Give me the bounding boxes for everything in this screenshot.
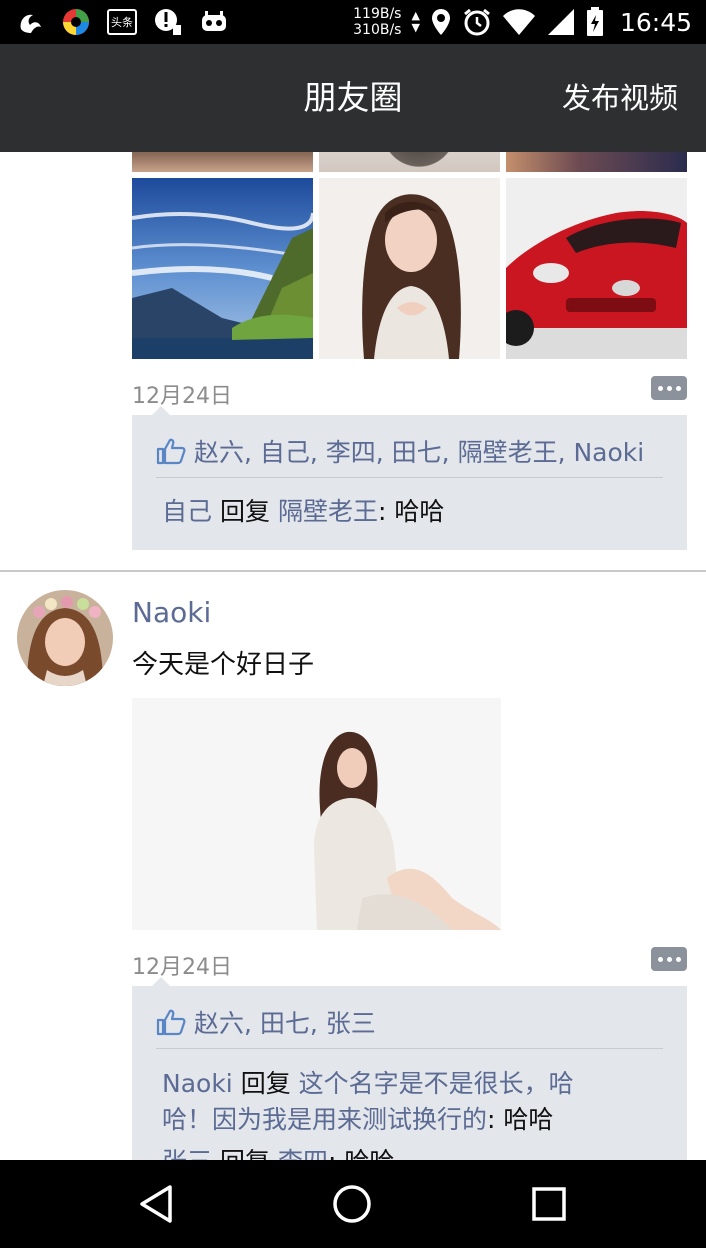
navigation-bar: [0, 1160, 706, 1248]
panel-arrow: [152, 977, 170, 986]
back-triangle-icon: [140, 1185, 172, 1223]
separator: [156, 477, 663, 478]
network-speed: 119B/s 310B/s: [353, 6, 401, 38]
comment-to[interactable]: 李四: [278, 1147, 328, 1160]
comment[interactable]: Naoki 回复 这个名字是不是很长，哈哈！因为我是用来测试换行的: 哈哈: [162, 1066, 605, 1138]
color-app-icon: [60, 6, 92, 38]
post-time: 12月24日: [132, 955, 232, 980]
post-text: 今天是个好日子: [132, 650, 315, 680]
comment-to[interactable]: 隔壁老王: [278, 497, 378, 526]
post-username[interactable]: Naoki: [132, 596, 211, 629]
likes-row: 赵六, 田七, 张三: [156, 1004, 376, 1040]
battery-icon: [586, 7, 603, 36]
location-icon: [431, 9, 450, 35]
signal-icon: [547, 9, 574, 35]
clock: 16:45: [619, 7, 692, 37]
comment[interactable]: 张三 回复 李四: 哈哈: [162, 1144, 605, 1160]
home-circle-icon: [333, 1185, 371, 1223]
likes-comments-panel: 赵六, 自己, 李四, 田七, 隔壁老王, Naoki 自己 回复 隔壁老王: …: [132, 415, 687, 550]
comment-from[interactable]: 张三: [162, 1147, 212, 1160]
uc-browser-icon: [14, 6, 46, 38]
likes-names[interactable]: 赵六, 田七, 张三: [194, 1004, 376, 1040]
net-down-speed: 310B/s: [353, 22, 402, 38]
updown-arrows-icon: ▲ ▼: [411, 9, 420, 34]
post-image[interactable]: [319, 152, 500, 172]
publish-video-button[interactable]: 发布视频: [562, 44, 678, 152]
wifi-icon: [502, 9, 535, 35]
bot-icon: [198, 6, 230, 38]
alarm-icon: [464, 8, 490, 36]
comment[interactable]: 自己 回复 隔壁老王: 哈哈: [162, 494, 605, 530]
toutiao-icon: 头条: [106, 6, 138, 38]
thumbs-up-icon: [156, 1009, 186, 1036]
landscape-image[interactable]: [132, 178, 313, 359]
recents-square-icon: [532, 1187, 566, 1221]
home-button[interactable]: [330, 1182, 374, 1226]
red-car-image[interactable]: [506, 178, 687, 359]
notification-icons: 头条: [14, 6, 230, 38]
separator: [156, 1048, 663, 1049]
avatar[interactable]: [17, 590, 113, 686]
comment-text: : 哈哈: [328, 1147, 394, 1160]
title-bar: 朋友圈 发布视频: [0, 44, 706, 152]
likes-row: 赵六, 自己, 李四, 田七, 隔壁老王, Naoki: [156, 433, 644, 469]
alert-icon: [152, 6, 184, 38]
post-image[interactable]: [506, 152, 687, 172]
more-actions-button[interactable]: [651, 947, 687, 971]
post-time: 12月24日: [132, 384, 232, 409]
moments-feed[interactable]: 12月24日 赵六, 自己, 李四, 田七, 隔壁老王, Naoki 自己 回复…: [0, 152, 706, 1160]
post-divider: [0, 570, 706, 572]
comment-text: : 哈哈: [377, 497, 445, 526]
status-bar: 头条 119B/s 310B/s ▲ ▼ 16:45: [0, 0, 706, 44]
portrait-image[interactable]: [319, 178, 500, 359]
comment-from[interactable]: 自己: [162, 497, 212, 526]
toutiao-label: 头条: [107, 9, 137, 35]
reply-word: 回复: [220, 1147, 270, 1160]
net-up-speed: 119B/s: [353, 6, 402, 22]
recents-button[interactable]: [527, 1182, 571, 1226]
comment-text: : 哈哈: [487, 1105, 554, 1134]
back-button[interactable]: [134, 1182, 178, 1226]
more-actions-button[interactable]: [651, 376, 687, 400]
thumbs-up-icon: [156, 438, 186, 465]
system-status: 119B/s 310B/s ▲ ▼ 16:45: [353, 0, 692, 44]
panel-arrow: [152, 406, 170, 415]
likes-comments-panel: 赵六, 田七, 张三 Naoki 回复 这个名字是不是很长，哈哈！因为我是用来测…: [132, 986, 687, 1160]
reply-word: 回复: [219, 497, 270, 526]
reply-word: 回复: [240, 1069, 291, 1098]
post-photo[interactable]: [132, 698, 501, 930]
comment-from[interactable]: Naoki: [162, 1069, 233, 1098]
post-image[interactable]: [132, 152, 313, 172]
likes-names[interactable]: 赵六, 自己, 李四, 田七, 隔壁老王, Naoki: [194, 433, 644, 469]
